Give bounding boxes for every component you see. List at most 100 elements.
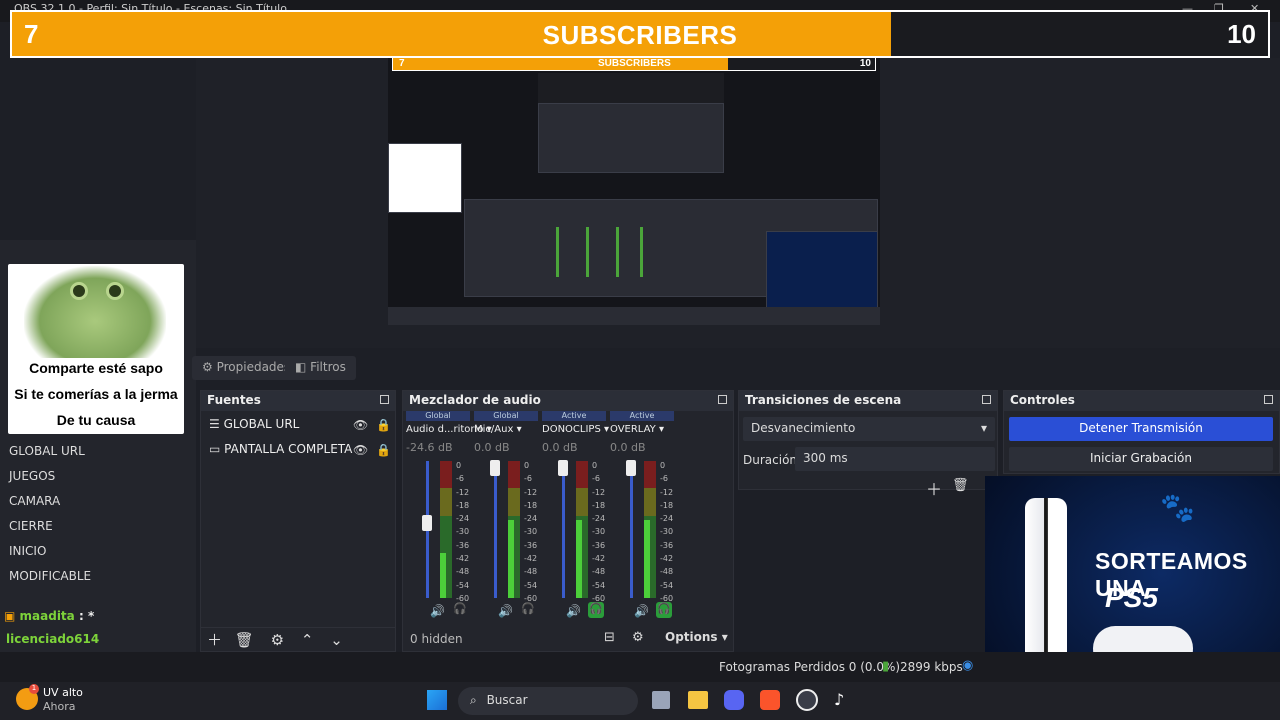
speaker-icon[interactable]: 🔊: [634, 604, 649, 618]
duration-value: 300 ms: [803, 451, 848, 465]
volume-slider[interactable]: [562, 461, 565, 598]
subscribers-goal: 10: [1227, 19, 1256, 49]
volume-slider[interactable]: [630, 461, 633, 598]
speaker-icon[interactable]: 🔊: [430, 604, 445, 618]
channel-tag: Active: [542, 411, 606, 421]
trash-icon[interactable]: 🗑: [235, 631, 254, 649]
gear-icon[interactable]: ⚙: [271, 631, 284, 649]
tick-label: -30: [456, 527, 470, 537]
popout-icon[interactable]: [1264, 395, 1273, 404]
popout-icon[interactable]: [380, 395, 389, 404]
channel-db: -24.6 dB: [406, 441, 453, 454]
layout-icon[interactable]: ⊟: [604, 630, 615, 645]
nested-goal: 10: [859, 58, 871, 69]
weather-title: UV alto: [43, 686, 83, 699]
chevron-up-icon[interactable]: ⌃: [301, 631, 314, 649]
windows-start-icon[interactable]: [427, 690, 447, 710]
channel-tag: Global: [474, 411, 538, 421]
chat-user: licenciado614: [6, 632, 100, 646]
volume-slider-handle[interactable]: [626, 459, 636, 476]
transition-select[interactable]: Desvanecimiento ▾: [743, 417, 995, 441]
trash-icon[interactable]: 🗑: [952, 478, 969, 493]
scene-item-camara[interactable]: CAMARA: [9, 494, 60, 508]
tick-label: -48: [456, 567, 470, 577]
tab-filters[interactable]: ◧ Filtros: [285, 356, 356, 380]
stop-streaming-button[interactable]: Detener Transmisión: [1009, 417, 1273, 441]
taskbar: 1 UV alto Ahora ⌕ Buscar ♪: [0, 682, 1280, 720]
nested-label: SUBSCRIBERS: [598, 58, 671, 69]
weather-sub: Ahora: [43, 700, 76, 713]
lock-icon[interactable]: 🔒: [376, 443, 391, 457]
filter-icon: ◧: [295, 360, 307, 374]
file-explorer-icon[interactable]: [688, 691, 708, 709]
stream-preview[interactable]: 7 SUBSCRIBERS 10: [388, 55, 880, 325]
frog-image: [24, 266, 166, 358]
chat-line: licenciado614: [6, 632, 99, 646]
transitions-title: Transiciones de escena: [745, 393, 902, 407]
nested-screen-mid: [538, 103, 724, 173]
promo-line2: PS5: [1105, 582, 1158, 613]
brave-icon[interactable]: [760, 690, 780, 710]
sources-title: Fuentes: [207, 393, 261, 407]
add-icon[interactable]: ＋: [926, 476, 942, 500]
signal-icon: ▮: [882, 659, 890, 674]
headphones-icon[interactable]: 🎧: [588, 602, 604, 618]
volume-slider-handle[interactable]: [558, 459, 568, 476]
chevron-down-icon[interactable]: ▾: [659, 424, 664, 435]
tick-label: -12: [524, 487, 538, 497]
lock-icon[interactable]: 🔒: [376, 418, 391, 432]
nested-meter: [586, 227, 589, 277]
task-view-icon[interactable]: [652, 691, 670, 709]
tick-label: -6: [592, 474, 600, 484]
status-bar: Fotogramas Perdidos 0 (0.0%) ▮ 2899 kbps…: [0, 652, 1280, 682]
gear-icon[interactable]: ⚙: [632, 630, 644, 645]
eye-icon[interactable]: 👁: [353, 418, 368, 432]
options-button[interactable]: Options ▾: [665, 630, 728, 644]
speaker-icon[interactable]: 🔊: [498, 604, 513, 618]
gear-icon: ⚙: [202, 360, 213, 374]
scene-item-modificable[interactable]: MODIFICABLE: [9, 569, 91, 583]
tick-label: -12: [592, 487, 606, 497]
chevron-down-icon: ▾: [980, 421, 987, 435]
meter-ticks: 0 -6 -12 -18 -24 -30 -36 -42 -48 -54 -60: [456, 459, 469, 605]
obs-icon[interactable]: [796, 689, 818, 711]
tiktok-icon[interactable]: ♪: [834, 690, 852, 710]
headphones-icon[interactable]: 🎧: [452, 602, 468, 618]
discord-icon[interactable]: [724, 690, 744, 710]
headphones-icon[interactable]: 🎧: [520, 602, 536, 618]
chevron-down-icon[interactable]: ⌄: [330, 631, 343, 649]
mixer-channel: Active DONOCLIPS ▾ 0.0 dB: [542, 411, 609, 454]
chevron-down-icon[interactable]: ▾: [517, 424, 522, 435]
scene-item-cierre[interactable]: CIERRE: [9, 519, 53, 533]
search-box[interactable]: ⌕ Buscar: [458, 687, 638, 715]
source-item-global-url[interactable]: ☰ GLOBAL URL: [209, 417, 299, 437]
tick-label: -54: [592, 580, 606, 590]
nested-current: 7: [399, 58, 405, 69]
volume-slider[interactable]: [494, 461, 497, 598]
scene-item-global-url[interactable]: GLOBAL URL: [9, 444, 85, 458]
source-item-pantalla-completa[interactable]: ▭ PANTALLA COMPLETA: [209, 442, 352, 462]
tab-properties[interactable]: ⚙ Propiedades: [192, 356, 301, 380]
channel-db: 0.0 dB: [542, 441, 578, 454]
popout-icon[interactable]: [718, 395, 727, 404]
sources-dock: Fuentes ☰ GLOBAL URL ▭ PANTALLA COMPLETA…: [200, 390, 396, 652]
speaker-icon[interactable]: 🔊: [566, 604, 581, 618]
tick-label: -24: [660, 514, 674, 524]
tick-label: -42: [660, 554, 674, 564]
popout-icon[interactable]: [982, 395, 991, 404]
add-icon[interactable]: ＋: [207, 631, 222, 649]
frog-line1: Comparte esté sapo: [29, 360, 163, 376]
start-recording-button[interactable]: Iniciar Grabación: [1009, 447, 1273, 471]
volume-slider-handle[interactable]: [490, 459, 500, 476]
chevron-down-icon[interactable]: ▾: [604, 424, 609, 435]
scene-item-inicio[interactable]: INICIO: [9, 544, 46, 558]
hidden-count: 0 hidden: [410, 632, 463, 646]
channel-db: 0.0 dB: [610, 441, 646, 454]
tick-label: 0: [524, 461, 530, 470]
scene-item-juegos[interactable]: JUEGOS: [9, 469, 55, 483]
volume-slider-handle[interactable]: [422, 514, 432, 531]
duration-input[interactable]: 300 ms: [795, 447, 995, 471]
headphones-icon[interactable]: 🎧: [656, 602, 672, 618]
eye-icon[interactable]: 👁: [353, 443, 368, 457]
channel-name: OVERLAY ▾: [610, 424, 664, 435]
